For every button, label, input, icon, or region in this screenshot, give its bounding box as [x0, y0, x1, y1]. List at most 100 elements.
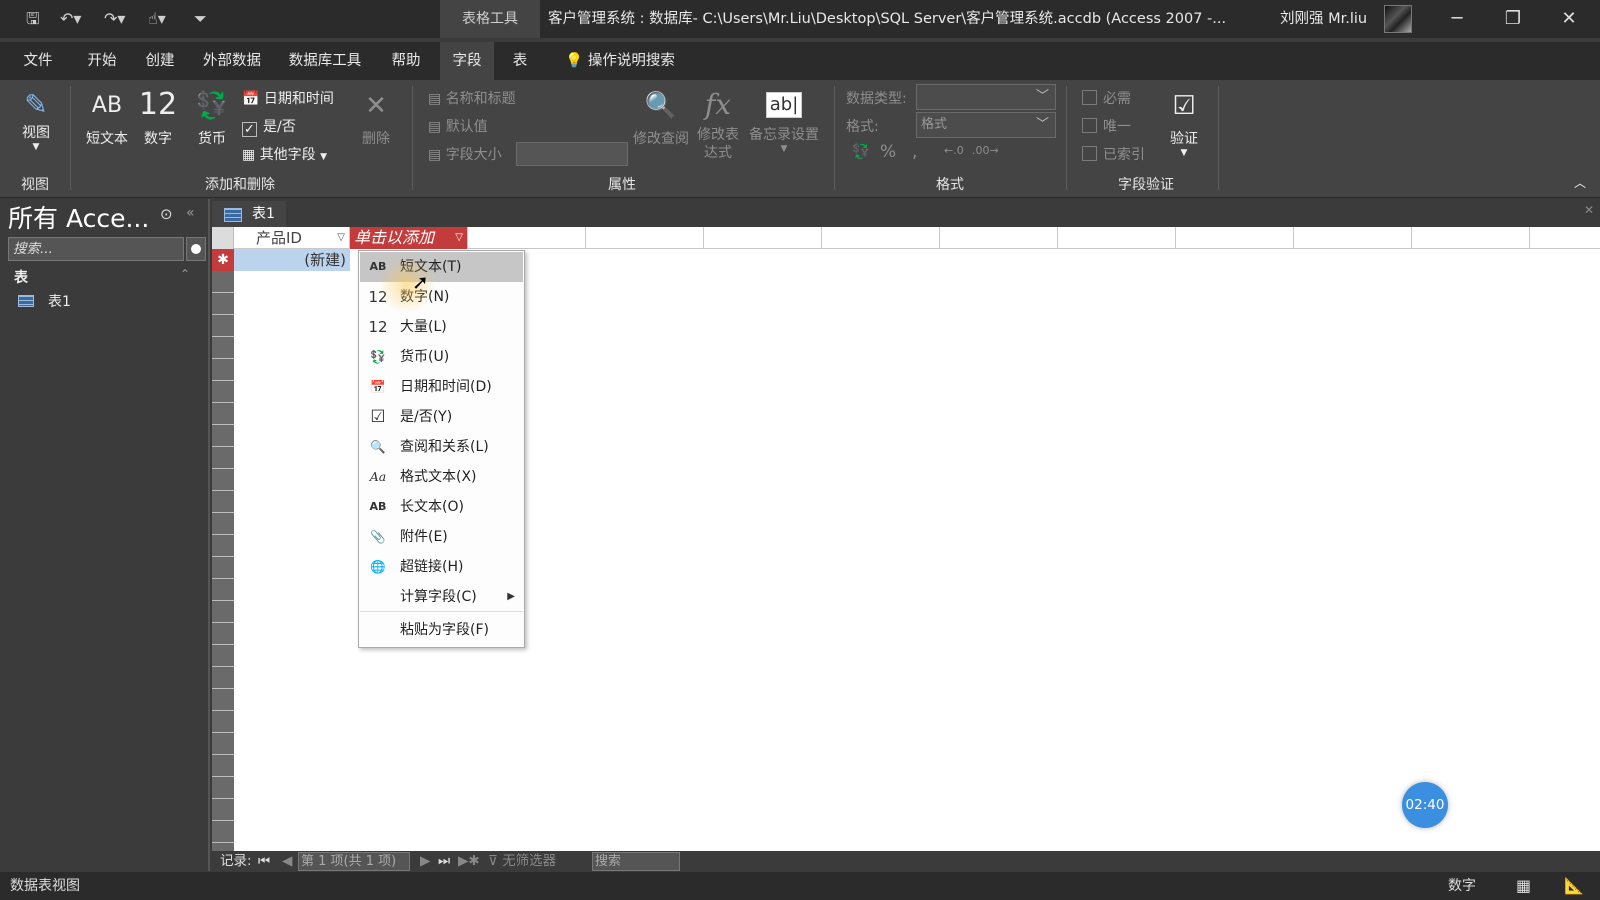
field-size-input[interactable] — [516, 142, 628, 166]
tell-me-label: 操作说明搜索 — [587, 53, 675, 69]
name-caption-button[interactable]: ▤ 名称和标题 — [428, 88, 516, 108]
customize-qat-icon[interactable]: ⏷ — [194, 8, 207, 30]
previous-record-icon[interactable]: ◀ — [282, 851, 292, 871]
memo-icon: ab| — [766, 92, 802, 118]
tab-fields[interactable]: 字段 — [440, 42, 494, 80]
percent-button[interactable]: % — [880, 142, 896, 162]
tab-help[interactable]: 帮助 — [384, 42, 428, 80]
close-document-icon[interactable]: ✕ — [1584, 203, 1594, 217]
menu-divider — [360, 611, 523, 612]
memo-settings-button[interactable]: ab| 备忘录设置 ▼ — [746, 88, 822, 154]
currency-button[interactable]: 💱 货币 — [190, 88, 234, 148]
long-text-icon: AB — [369, 500, 387, 513]
select-all-corner[interactable] — [212, 227, 234, 249]
format-select[interactable]: 格式 ﹀ — [916, 112, 1056, 138]
record-selector-column[interactable] — [212, 249, 234, 851]
tab-create[interactable]: 创建 — [140, 42, 180, 80]
increase-decimals-icon[interactable]: ←.0 — [944, 144, 964, 157]
view-button[interactable]: ✎ 视图 ▼ — [16, 88, 56, 174]
column-header-empty — [1058, 227, 1176, 249]
unique-checkbox[interactable]: 唯一 — [1082, 116, 1131, 136]
menu-item-rich-text[interactable]: Aa 格式文本(X) — [360, 462, 523, 492]
tab-database-tools[interactable]: 数据库工具 — [284, 42, 366, 80]
first-record-icon[interactable]: ⏮ — [258, 851, 270, 871]
tab-file[interactable]: 文件 — [18, 42, 58, 80]
undo-icon[interactable]: ↶▾ — [60, 8, 81, 30]
restore-icon[interactable]: ❐ — [1488, 0, 1538, 38]
window-title: 客户管理系统 : 数据库- C:\Users\Mr.Liu\Desktop\SQ… — [548, 11, 1227, 27]
currency-format-icon[interactable]: 💱 — [852, 144, 869, 160]
menu-item-large-number[interactable]: 12 大量(L) — [360, 312, 523, 342]
tab-table[interactable]: 表 — [500, 42, 540, 80]
decrease-decimals-icon[interactable]: .00→ — [972, 144, 999, 157]
short-text-button[interactable]: AB 短文本 — [82, 90, 132, 148]
touch-mode-icon[interactable]: ☝▾ — [148, 8, 166, 30]
ribbon-tabs: 文件 开始 创建 外部数据 数据库工具 帮助 字段 表 💡 操作说明搜索 — [0, 42, 1600, 80]
yes-no-button[interactable]: 是/否 — [242, 116, 296, 137]
design-view-icon[interactable]: 📐 — [1564, 872, 1584, 900]
nav-menu-icon[interactable]: ⊙ — [160, 205, 173, 223]
redo-icon[interactable]: ↷▾ — [104, 8, 125, 30]
new-record-cell[interactable]: (新建) — [234, 249, 350, 271]
record-search-input[interactable]: 搜索 — [592, 852, 680, 871]
delete-field-button[interactable]: ✕ 删除 — [358, 88, 394, 148]
column-header-empty — [468, 227, 586, 249]
menu-item-date-time[interactable]: 📅 日期和时间(D) — [360, 372, 523, 402]
chevron-down-icon[interactable]: ▽ — [337, 227, 345, 249]
search-icon[interactable] — [186, 237, 206, 261]
more-fields-button[interactable]: ▦ 其他字段 ▼ — [242, 144, 327, 164]
nav-pane-title[interactable]: 所有 Acce... — [8, 199, 149, 235]
current-record-input[interactable]: 第 1 项(共 1 项) — [298, 852, 410, 871]
save-icon[interactable]: 🖫 — [26, 8, 40, 30]
menu-item-hyperlink[interactable]: 🌐 超链接(H) — [360, 552, 523, 582]
datasheet-view-icon[interactable]: ▦ — [1516, 872, 1531, 900]
menu-item-calculated-field[interactable]: 计算字段(C) ▶ — [360, 582, 523, 612]
data-type-select[interactable]: ﹀ — [916, 84, 1056, 110]
menu-item-attachment[interactable]: 📎 附件(E) — [360, 522, 523, 552]
tab-home[interactable]: 开始 — [82, 42, 122, 80]
number-button[interactable]: 12 数字 — [136, 86, 180, 148]
minimize-icon[interactable]: ─ — [1432, 0, 1482, 38]
menu-item-long-text[interactable]: AB 长文本(O) — [360, 492, 523, 522]
tab-external-data[interactable]: 外部数据 — [198, 42, 266, 80]
menu-item-currency[interactable]: 💱 货币(U) — [360, 342, 523, 372]
collapse-group-icon[interactable]: ⌃ — [180, 267, 190, 281]
modify-expression-button[interactable]: fx 修改表达式 — [696, 86, 740, 162]
menu-item-yes-no[interactable]: ☑ 是/否(Y) — [360, 402, 523, 432]
document-tab-table1[interactable]: 表1 — [212, 201, 286, 227]
comma-button[interactable]: , — [912, 142, 917, 162]
checkbox-icon — [1082, 118, 1097, 133]
calendar-icon: 📅 — [242, 91, 260, 107]
chevron-down-icon: ▼ — [1180, 148, 1188, 158]
divider — [412, 86, 413, 190]
nav-search-input[interactable]: 搜索... — [8, 237, 184, 261]
close-icon[interactable]: ✕ — [1544, 0, 1594, 38]
tell-me-search[interactable]: 💡 操作说明搜索 — [550, 42, 690, 80]
calendar-icon: 📅 — [370, 379, 386, 394]
menu-item-paste-as-field[interactable]: 粘贴为字段(F) — [360, 615, 523, 645]
next-record-icon[interactable]: ▶ — [420, 851, 430, 871]
validation-button[interactable]: ☑ 验证 ▼ — [1164, 88, 1204, 158]
collapse-pane-icon[interactable]: « — [186, 205, 195, 221]
nav-item-table[interactable]: 表1 — [18, 291, 71, 311]
modify-lookups-button[interactable]: 🔍 修改查阅 — [630, 88, 692, 148]
new-record-icon[interactable]: ▶✱ — [458, 851, 480, 871]
required-checkbox[interactable]: 必需 — [1082, 88, 1131, 108]
indexed-checkbox[interactable]: 已索引 — [1082, 144, 1145, 164]
column-header-click-to-add[interactable]: 单击以添加 ▽ — [350, 227, 468, 249]
filter-icon: ⊽ — [488, 853, 498, 869]
nav-group-header[interactable]: 表 — [14, 267, 28, 287]
filter-indicator[interactable]: ⊽ 无筛选器 — [488, 851, 556, 871]
collapse-ribbon-icon[interactable]: ︿ — [1574, 174, 1586, 191]
avatar[interactable] — [1384, 5, 1412, 33]
column-header-product-id[interactable]: 产品ID ▽ — [234, 227, 350, 249]
date-time-button[interactable]: 📅 日期和时间 — [242, 88, 334, 108]
record-label: 记录: — [220, 853, 252, 869]
last-record-icon[interactable]: ⏭ — [438, 851, 450, 871]
menu-item-lookup[interactable]: 🔍 查阅和关系(L) — [360, 432, 523, 462]
delete-icon: ✕ — [365, 91, 387, 121]
chevron-down-icon[interactable]: ▽ — [455, 227, 463, 249]
new-record-marker[interactable]: ✱ — [212, 249, 234, 271]
default-value-button[interactable]: ▤ 默认值 — [428, 116, 488, 136]
user-name[interactable]: 刘刚强 Mr.liu — [1280, 0, 1367, 38]
